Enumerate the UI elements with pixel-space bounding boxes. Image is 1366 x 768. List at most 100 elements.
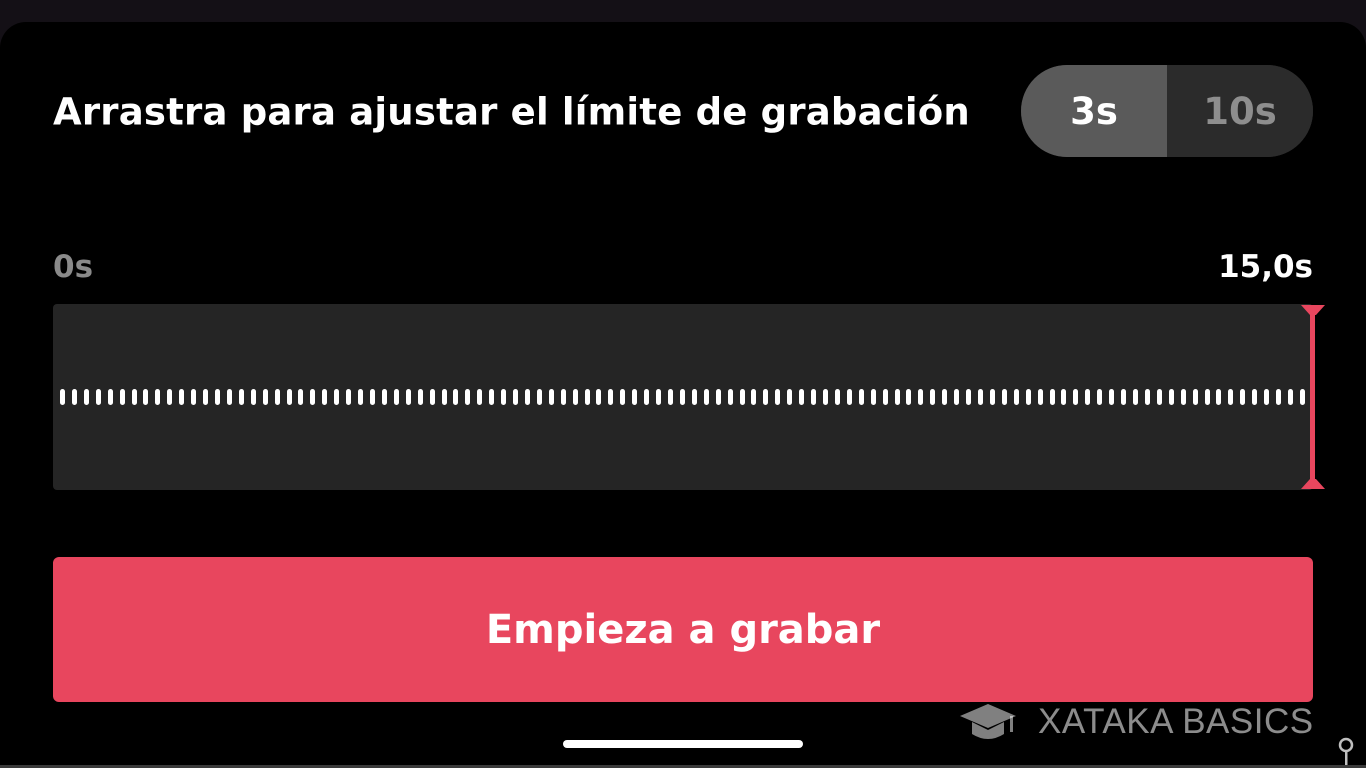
waveform-bar (703, 389, 709, 405)
waveform-bar (882, 389, 888, 405)
waveform-bar (1073, 389, 1079, 405)
waveform-bar (417, 389, 423, 405)
waveform-bar (286, 389, 292, 405)
waveform-bar (1013, 389, 1019, 405)
waveform-bar (226, 389, 232, 405)
waveform-bar (179, 389, 185, 405)
waveform-bar (143, 389, 149, 405)
waveform-bar (1097, 389, 1103, 405)
pin-icon (1338, 737, 1354, 768)
limit-drag-handle[interactable] (1299, 303, 1327, 491)
waveform-bar (870, 389, 876, 405)
waveform-bar (894, 389, 900, 405)
waveform-bar (930, 389, 936, 405)
waveform-bar (548, 389, 554, 405)
waveform-bar (572, 389, 578, 405)
waveform-bar (346, 389, 352, 405)
waveform-bar (155, 389, 161, 405)
waveform-bar (1001, 389, 1007, 405)
waveform-bar (608, 389, 614, 405)
option-3s-button[interactable]: 3s (1021, 65, 1167, 157)
waveform-bar (560, 389, 566, 405)
waveform-bar (1204, 389, 1210, 405)
waveform-bar (501, 389, 507, 405)
waveform-bar (668, 389, 674, 405)
waveform-bar (1061, 389, 1067, 405)
waveform-bar (1037, 389, 1043, 405)
waveform-bar (644, 389, 650, 405)
waveform-bar (715, 389, 721, 405)
waveform-bar (1049, 389, 1055, 405)
home-indicator[interactable] (563, 740, 803, 748)
timeline-end-label: 15,0s (1218, 249, 1313, 285)
timeline-start-label: 0s (53, 249, 94, 285)
waveform-bar (453, 389, 459, 405)
audio-waveform (60, 389, 1305, 405)
waveform-bar (310, 389, 316, 405)
waveform-bar (238, 389, 244, 405)
waveform-bar (846, 389, 852, 405)
waveform-bar (1156, 389, 1162, 405)
waveform-bar (1264, 389, 1270, 405)
waveform-bar (739, 389, 745, 405)
waveform-bar (632, 389, 638, 405)
waveform-bar (775, 389, 781, 405)
countdown-toggle: 3s 10s (1021, 65, 1313, 157)
waveform-bar (60, 389, 65, 405)
waveform-bar (1216, 389, 1222, 405)
waveform-bar (1287, 389, 1293, 405)
waveform-bar (1276, 389, 1282, 405)
waveform-bar (977, 389, 983, 405)
waveform-bar (71, 389, 77, 405)
waveform-bar (966, 389, 972, 405)
waveform-bar (214, 389, 220, 405)
waveform-bar (1228, 389, 1234, 405)
waveform-bar (787, 389, 793, 405)
option-10s-button[interactable]: 10s (1167, 65, 1313, 157)
waveform-bar (1192, 389, 1198, 405)
waveform-bar (1025, 389, 1031, 405)
watermark: XATAKA BASICS (958, 700, 1314, 744)
waveform-bar (489, 389, 495, 405)
waveform-bar (918, 389, 924, 405)
waveform-bar (1144, 389, 1150, 405)
waveform-bar (429, 389, 435, 405)
waveform-bar (191, 389, 197, 405)
waveform-bar (811, 389, 817, 405)
waveform-bar (584, 389, 590, 405)
waveform-bar (167, 389, 173, 405)
waveform-bar (83, 389, 89, 405)
waveform-bar (1121, 389, 1127, 405)
waveform-bar (250, 389, 256, 405)
graduation-cap-icon (960, 704, 1016, 739)
waveform-bar (107, 389, 113, 405)
waveform-bar (989, 389, 995, 405)
waveform-bar (763, 389, 769, 405)
waveform-bar (1109, 389, 1115, 405)
waveform-bar (1240, 389, 1246, 405)
waveform-bar (131, 389, 137, 405)
waveform-bar (1252, 389, 1258, 405)
waveform-bar (203, 389, 209, 405)
waveform-bar (405, 389, 411, 405)
waveform-bar (95, 389, 101, 405)
waveform-bar (358, 389, 364, 405)
waveform-bar (298, 389, 304, 405)
timeline-track[interactable] (53, 304, 1313, 490)
waveform-bar (751, 389, 757, 405)
waveform-bar (381, 389, 387, 405)
waveform-bar (441, 389, 447, 405)
waveform-bar (656, 389, 662, 405)
waveform-bar (1180, 389, 1186, 405)
waveform-bar (465, 389, 471, 405)
waveform-bar (620, 389, 626, 405)
waveform-bar (393, 389, 399, 405)
waveform-bar (322, 389, 328, 405)
waveform-bar (536, 389, 542, 405)
waveform-bar (1132, 389, 1138, 405)
waveform-bar (679, 389, 685, 405)
waveform-bar (1168, 389, 1174, 405)
waveform-bar (906, 389, 912, 405)
waveform-bar (596, 389, 602, 405)
start-recording-button[interactable]: Empieza a grabar (53, 557, 1313, 702)
